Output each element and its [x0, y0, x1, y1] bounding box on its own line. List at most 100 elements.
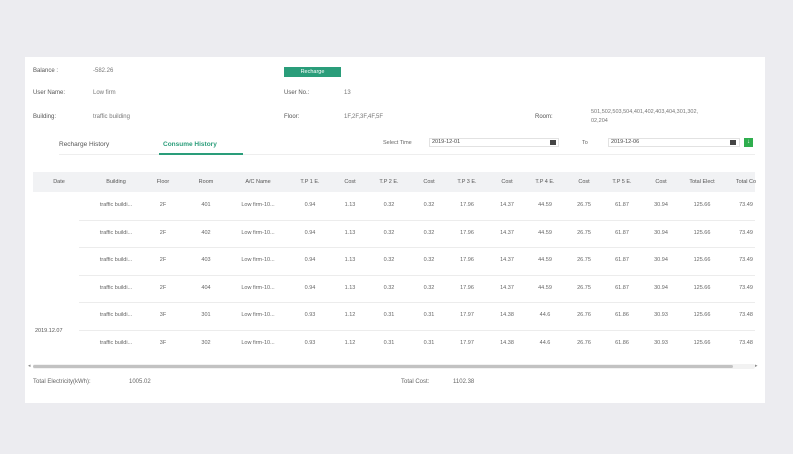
cell-cost-1: 1.13: [344, 202, 356, 208]
cell-tp2-e: 0.32: [383, 257, 395, 263]
cell-building: traffic buildi...: [99, 257, 133, 263]
cell-floor: 3F: [159, 339, 167, 346]
header-cost-2[interactable]: Cost: [423, 179, 434, 185]
cell-building: traffic buildi...: [99, 284, 133, 291]
cell-total-cost: 73.49: [739, 284, 753, 291]
header-room[interactable]: Room: [199, 179, 214, 185]
cell-total-elect: 125.66: [693, 284, 711, 291]
tab-consume-history[interactable]: Consume History: [163, 141, 217, 148]
cell-room: 401: [201, 202, 211, 208]
cell-cost-3: 14.37: [500, 229, 514, 236]
row-divider: [79, 219, 755, 221]
header-cost-3[interactable]: Cost: [501, 179, 512, 185]
scroll-right-icon[interactable]: ▸: [755, 364, 758, 369]
header-building[interactable]: Building: [106, 179, 126, 185]
cell-cost-5: 30.94: [654, 257, 668, 263]
cell-cost-5: 30.94: [654, 202, 668, 208]
cell-room: 301: [201, 312, 211, 318]
cell-cost-4: 26.76: [577, 312, 591, 318]
row-divider: [79, 329, 755, 331]
cell-cost-3: 14.38: [500, 312, 514, 318]
cell-tp1-e: 0.94: [304, 229, 316, 236]
balance-label: Balance :: [33, 68, 59, 74]
consume-history-card: Balance : -582.26 Recharge User Name: Lo…: [25, 57, 765, 403]
table-header: Date Building Floor Room A/C Name T.P 1 …: [33, 172, 756, 192]
cell-tp2-e: 0.32: [383, 202, 395, 208]
row-divider: [79, 302, 755, 303]
cell-room: 302: [201, 339, 211, 346]
cell-total-cost: 73.49: [739, 229, 753, 236]
header-cost-5[interactable]: Cost: [655, 179, 666, 185]
export-icon[interactable]: ↓: [744, 138, 753, 147]
cell-tp3-e: 17.96: [460, 202, 474, 208]
cell-tp5-e: 61.87: [615, 202, 629, 208]
cell-cost-1: 1.13: [344, 284, 356, 291]
tab-recharge-history[interactable]: Recharge History: [59, 141, 109, 148]
header-floor[interactable]: Floor: [157, 179, 170, 185]
header-tp4-e[interactable]: T.P 4 E.: [535, 179, 554, 185]
cell-tp5-e: 61.87: [615, 284, 629, 291]
cell-tp2-e: 0.31: [383, 312, 395, 318]
cell-ac-name: Low firm-10...: [241, 312, 275, 318]
cell-cost-2: 0.32: [423, 284, 435, 291]
cell-ac-name: Low firm-10...: [241, 284, 275, 291]
floor-value: 1F,2F,3F,4F,5F: [344, 114, 384, 120]
cell-cost-1: 1.12: [344, 312, 356, 318]
cell-cost-3: 14.37: [500, 202, 514, 208]
header-tp5-e[interactable]: T.P 5 E.: [612, 179, 631, 185]
cell-total-cost: 73.49: [739, 202, 753, 208]
room-value-line2: 02,204: [591, 118, 608, 124]
header-tp3-e[interactable]: T.P 3 E.: [457, 179, 476, 185]
active-tab-indicator: [159, 153, 243, 155]
scrollbar-thumb[interactable]: [33, 365, 733, 368]
cell-tp3-e: 17.97: [460, 312, 474, 318]
scroll-left-icon[interactable]: ◂: [28, 364, 31, 369]
cell-cost-2: 0.31: [423, 312, 435, 318]
cell-tp4-e: 44.59: [538, 284, 552, 291]
end-date-input[interactable]: 2019-12-06: [608, 138, 740, 147]
building-label: Building:: [33, 114, 57, 120]
cell-tp3-e: 17.96: [460, 257, 474, 263]
total-cost-label: Total Cost:: [401, 379, 430, 385]
header-cost-4[interactable]: Cost: [578, 179, 589, 185]
user-no-value: 13: [344, 90, 351, 96]
cell-cost-2: 0.32: [423, 202, 435, 208]
to-label: To: [582, 140, 588, 146]
start-date-input[interactable]: 2019-12-01: [429, 138, 559, 147]
header-tp1-e[interactable]: T.P 1 E.: [300, 179, 319, 185]
floor-label: Floor:: [284, 114, 300, 120]
cell-total-elect: 125.66: [693, 202, 711, 208]
cell-tp2-e: 0.32: [383, 284, 395, 291]
cell-tp3-e: 17.97: [460, 339, 474, 346]
cell-cost-2: 0.31: [423, 339, 435, 346]
row-date-cell: 2019.12.07: [35, 328, 63, 334]
cell-tp4-e: 44.59: [538, 229, 552, 236]
cell-tp1-e: 0.94: [304, 257, 316, 263]
cell-cost-3: 14.37: [500, 257, 514, 263]
header-total-cost[interactable]: Total Co: [736, 179, 756, 185]
cell-ac-name: Low firm-10...: [241, 257, 275, 263]
calendar-icon[interactable]: [550, 140, 556, 145]
cell-cost-4: 26.75: [577, 284, 591, 291]
cell-tp5-e: 61.86: [615, 339, 629, 346]
cell-building: traffic buildi...: [99, 339, 133, 346]
cell-total-elect: 125.66: [693, 229, 711, 236]
recharge-button[interactable]: Recharge: [284, 67, 341, 77]
cell-cost-3: 14.38: [500, 339, 514, 346]
cell-total-elect: 125.66: [693, 339, 711, 346]
header-tp2-e[interactable]: T.P 2 E.: [379, 179, 398, 185]
cell-ac-name: Low firm-10...: [241, 229, 275, 236]
cell-tp5-e: 61.86: [615, 312, 629, 318]
cell-tp1-e: 0.94: [304, 202, 316, 208]
header-ac-name[interactable]: A/C Name: [245, 179, 270, 185]
header-cost-1[interactable]: Cost: [344, 179, 355, 185]
header-date[interactable]: Date: [53, 179, 65, 185]
cell-cost-4: 26.75: [577, 257, 591, 263]
cell-total-cost: 73.48: [739, 339, 753, 346]
cell-cost-5: 30.93: [654, 339, 668, 346]
calendar-icon[interactable]: [730, 140, 736, 145]
cell-tp1-e: 0.93: [304, 312, 316, 318]
cell-tp3-e: 17.96: [460, 284, 474, 291]
cell-cost-3: 14.37: [500, 284, 514, 291]
header-total-elect[interactable]: Total Elect: [689, 179, 714, 185]
